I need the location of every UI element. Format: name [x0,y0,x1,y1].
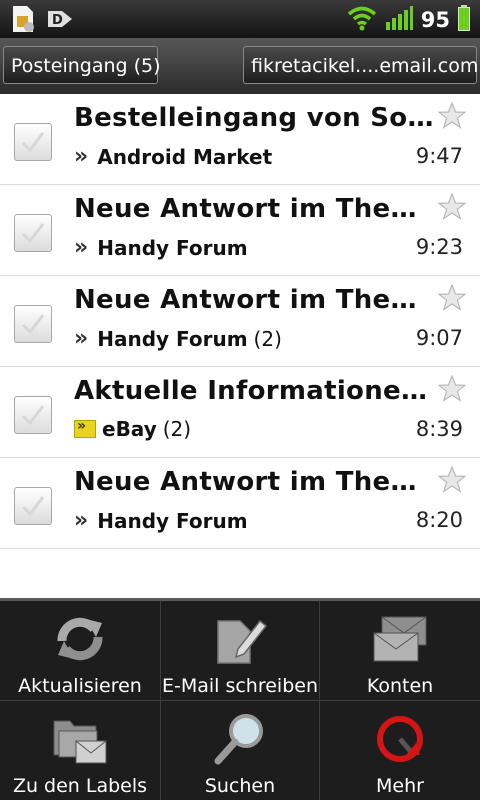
labels-folder-icon [50,711,110,771]
important-tag-icon: » [74,418,96,438]
more-button[interactable]: Mehr [320,701,480,801]
email-subject: Neue Antwort im Thema '... [74,194,436,224]
star-icon[interactable] [437,101,467,133]
email-subject: Aktuelle Informationen f... [74,376,436,406]
select-checkbox[interactable] [14,214,52,252]
star-icon[interactable] [437,283,467,315]
chevron-icon: » [74,508,89,533]
star-icon[interactable] [437,465,467,497]
select-checkbox[interactable] [14,123,52,161]
status-bar: D 95 [0,0,480,38]
email-time: 8:39 [415,417,463,441]
usb-debug-icon: D [46,7,74,35]
accounts-button[interactable]: Konten [320,601,480,701]
thread-count: (2) [162,417,192,441]
email-row[interactable]: Aktuelle Informationen f... » eBay (2) 8… [0,367,480,458]
battery-level: 95 [420,8,450,32]
email-row[interactable]: Neue Antwort im Thema '... » Handy Forum… [0,276,480,367]
email-subject: Neue Antwort im Thema '... [74,467,436,497]
chevron-icon: » [74,326,89,351]
select-checkbox[interactable] [14,305,52,343]
email-sender: eBay [102,417,157,441]
thread-count: (2) [253,326,282,351]
wifi-icon [347,5,377,35]
email-row[interactable]: Neue Antwort im Thema '... » Handy Forum… [0,185,480,276]
labels-button[interactable]: Zu den Labels [0,701,160,801]
compose-button[interactable]: E-Mail schreiben [160,601,320,701]
more-label: Mehr [376,775,424,797]
accounts-label: Konten [366,675,434,697]
email-sender: Handy Forum [97,508,248,533]
battery-icon [458,5,470,35]
email-sender: Handy Forum [97,235,248,260]
email-subject: Bestelleingang von Sonny... [74,103,436,133]
gmail-header: Posteingang (5) fikretacikel....email.co… [0,38,480,95]
labels-label: Zu den Labels [12,775,148,797]
search-button[interactable]: Suchen [160,701,320,801]
accounts-mail-icon [370,611,430,671]
star-icon[interactable] [437,374,467,406]
email-time: 9:47 [415,144,463,168]
svg-text:D: D [52,13,63,28]
email-time: 9:23 [415,235,463,259]
chevron-icon: » [74,144,89,169]
options-menu: Aktualisieren E-Mail schreiben Konten Zu… [0,598,480,800]
more-icon [370,711,430,771]
email-time: 9:07 [415,326,463,350]
search-label: Suchen [204,775,276,797]
sim-card-icon [10,5,36,37]
select-checkbox[interactable] [14,487,52,525]
account-button[interactable]: fikretacikel....email.com [243,46,478,84]
refresh-icon [50,611,110,671]
compose-label: E-Mail schreiben [161,675,319,697]
compose-icon [210,611,270,671]
email-row[interactable]: Bestelleingang von Sonny... » Android Ma… [0,94,480,185]
email-row[interactable]: Neue Antwort im Thema '... » Handy Forum… [0,458,480,549]
select-checkbox[interactable] [14,396,52,434]
signal-icon [385,5,413,35]
chevron-icon: » [74,235,89,260]
star-icon[interactable] [437,192,467,224]
refresh-button[interactable]: Aktualisieren [0,601,160,701]
email-sender: Android Market [97,144,273,169]
email-sender: Handy Forum [97,326,248,351]
refresh-label: Aktualisieren [18,675,142,697]
inbox-label-button[interactable]: Posteingang (5) [3,46,161,84]
email-subject: Neue Antwort im Thema '... [74,285,436,315]
search-icon [210,711,270,771]
email-list: Bestelleingang von Sonny... » Android Ma… [0,94,480,549]
email-time: 8:20 [415,508,463,532]
